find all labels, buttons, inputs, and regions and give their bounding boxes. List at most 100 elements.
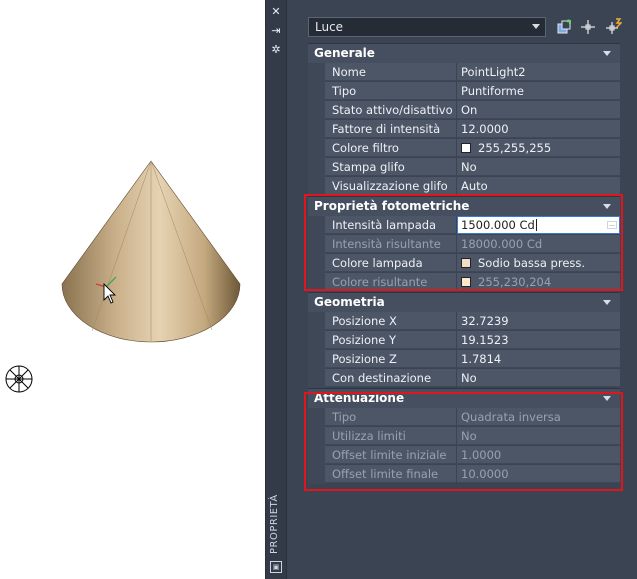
row-gutter <box>308 369 325 388</box>
drawing-viewport[interactable] <box>0 0 265 579</box>
property-value-text: PointLight2 <box>461 65 526 79</box>
property-value-text: 12.0000 <box>461 122 509 136</box>
property-value[interactable]: 1.7814 <box>457 350 620 368</box>
row-gutter <box>308 331 325 350</box>
property-value-text: Quadrata inversa <box>461 410 561 424</box>
property-value: 255,230,204 <box>457 273 620 291</box>
property-row-stato-attivo-disattivo[interactable]: Stato attivo/disattivo On <box>308 101 620 120</box>
toggle-pickadd-icon[interactable] <box>604 18 622 36</box>
property-row-posizione-z[interactable]: Posizione Z 1.7814 <box>308 350 620 369</box>
property-value-text: 1.0000 <box>461 448 502 462</box>
property-row-con-destinazione[interactable]: Con destinazione No <box>308 369 620 388</box>
object-type-dropdown[interactable]: Luce <box>308 17 546 37</box>
property-row-tipo[interactable]: Tipo Quadrata inversa <box>308 408 620 427</box>
property-value-text: No <box>461 160 477 174</box>
property-value[interactable]: 19.1523 <box>457 331 620 349</box>
row-gutter <box>308 446 325 465</box>
property-value-text: Auto <box>461 179 488 193</box>
property-row-colore-lampada[interactable]: Colore lampada Sodio bassa press. <box>308 254 620 273</box>
palette-title: PROPRIETÀ <box>269 494 280 554</box>
property-row-tipo[interactable]: Tipo Puntiforme <box>308 82 620 101</box>
property-value[interactable]: PointLight2 <box>457 63 620 81</box>
property-name: Tipo <box>325 82 456 100</box>
row-gutter <box>308 120 325 139</box>
property-name: Colore filtro <box>325 139 456 157</box>
property-row-posizione-x[interactable]: Posizione X 32.7239 <box>308 312 620 331</box>
row-gutter <box>308 273 325 292</box>
section-header-proprieta-fotometriche[interactable]: Proprietà fotometriche <box>308 196 620 216</box>
section-title: Geometria <box>314 295 385 309</box>
property-row-colore-filtro[interactable]: Colore filtro 255,255,255 <box>308 139 620 158</box>
property-value: 18000.000 Cd <box>457 235 620 253</box>
property-name: Stampa glifo <box>325 158 456 176</box>
property-row-stampa-glifo[interactable]: Stampa glifo No <box>308 158 620 177</box>
row-gutter <box>308 254 325 273</box>
row-gutter <box>308 350 325 369</box>
row-gutter <box>308 408 325 427</box>
row-gutter <box>308 158 325 177</box>
palette-menu-icon[interactable]: ▣ <box>270 561 282 573</box>
property-row-nome[interactable]: Nome PointLight2 <box>308 63 620 82</box>
property-value[interactable]: Auto <box>457 177 620 195</box>
property-value[interactable]: On <box>457 101 620 119</box>
property-value-text: 1500.000 Cd <box>461 218 535 232</box>
property-name: Utilizza limiti <box>325 427 456 445</box>
property-name: Offset limite iniziale <box>325 446 456 464</box>
row-gutter <box>308 312 325 331</box>
property-value[interactable]: Sodio bassa press. <box>457 254 620 272</box>
chevron-down-icon[interactable] <box>603 300 611 305</box>
row-gutter <box>308 139 325 158</box>
property-value[interactable]: 12.0000 <box>457 120 620 138</box>
property-name: Visualizzazione glifo <box>325 177 456 195</box>
property-value: 1.0000 <box>457 446 620 464</box>
property-value: Quadrata inversa <box>457 408 620 426</box>
property-name: Stato attivo/disattivo <box>325 101 456 119</box>
property-name: Colore risultante <box>325 273 456 291</box>
property-value[interactable]: No <box>457 369 620 387</box>
property-row-visualizzazione-glifo[interactable]: Visualizzazione glifo Auto <box>308 177 620 196</box>
property-row-fattore-di-intensita[interactable]: Fattore di intensità 12.0000 <box>308 120 620 139</box>
property-value-text: 255,255,255 <box>478 141 552 155</box>
chevron-down-icon[interactable] <box>603 51 611 56</box>
property-value-text: 255,230,204 <box>478 275 552 289</box>
close-icon[interactable]: ✕ <box>270 6 282 18</box>
row-gutter <box>308 82 325 101</box>
calculator-icon[interactable] <box>607 221 617 229</box>
row-gutter <box>308 101 325 120</box>
property-value-text: 32.7239 <box>461 314 509 328</box>
property-row-offset-limite-finale[interactable]: Offset limite finale 10.0000 <box>308 465 620 484</box>
cone-model[interactable] <box>0 0 265 579</box>
row-gutter <box>308 216 325 235</box>
property-row-colore-risultante[interactable]: Colore risultante 255,230,204 <box>308 273 620 292</box>
color-swatch <box>461 258 471 268</box>
section-header-geometria[interactable]: Geometria <box>308 292 620 312</box>
property-name: Posizione Y <box>325 331 456 349</box>
section-title: Generale <box>314 46 375 60</box>
chevron-down-icon[interactable] <box>603 204 611 209</box>
property-value[interactable]: Puntiforme <box>457 82 620 100</box>
property-value[interactable]: 32.7239 <box>457 312 620 330</box>
property-row-utilizza-limiti[interactable]: Utilizza limiti No <box>308 427 620 446</box>
section-header-generale[interactable]: Generale <box>308 43 620 63</box>
property-row-offset-limite-iniziale[interactable]: Offset limite iniziale 1.0000 <box>308 446 620 465</box>
chevron-down-icon[interactable] <box>603 396 611 401</box>
section-header-attenuazione[interactable]: Attenuazione <box>308 388 620 408</box>
quick-select-icon[interactable] <box>555 18 573 36</box>
property-value[interactable]: 255,255,255 <box>457 139 620 157</box>
property-value: No <box>457 427 620 445</box>
palette-title-strip[interactable]: ✕ ⇥ ✲ PROPRIETÀ ▣ <box>266 0 287 579</box>
property-value-input[interactable]: 1500.000 Cd <box>457 216 620 234</box>
properties-grid: Generale Nome PointLight2 Tipo Puntiforme Sta… <box>308 43 620 484</box>
property-row-posizione-y[interactable]: Posizione Y 19.1523 <box>308 331 620 350</box>
property-name: Posizione X <box>325 312 456 330</box>
select-objects-icon[interactable] <box>579 18 597 36</box>
property-row-intensita-risultante[interactable]: Intensità risultante 18000.000 Cd <box>308 235 620 254</box>
text-caret <box>535 219 537 231</box>
property-value-text: Puntiforme <box>461 84 524 98</box>
settings-icon[interactable]: ✲ <box>270 44 282 56</box>
autohide-icon[interactable]: ⇥ <box>270 25 282 37</box>
property-name: Colore lampada <box>325 254 456 272</box>
property-name: Offset limite finale <box>325 465 456 483</box>
property-row-intensita-lampada[interactable]: Intensità lampada 1500.000 Cd <box>308 216 620 235</box>
property-value[interactable]: No <box>457 158 620 176</box>
